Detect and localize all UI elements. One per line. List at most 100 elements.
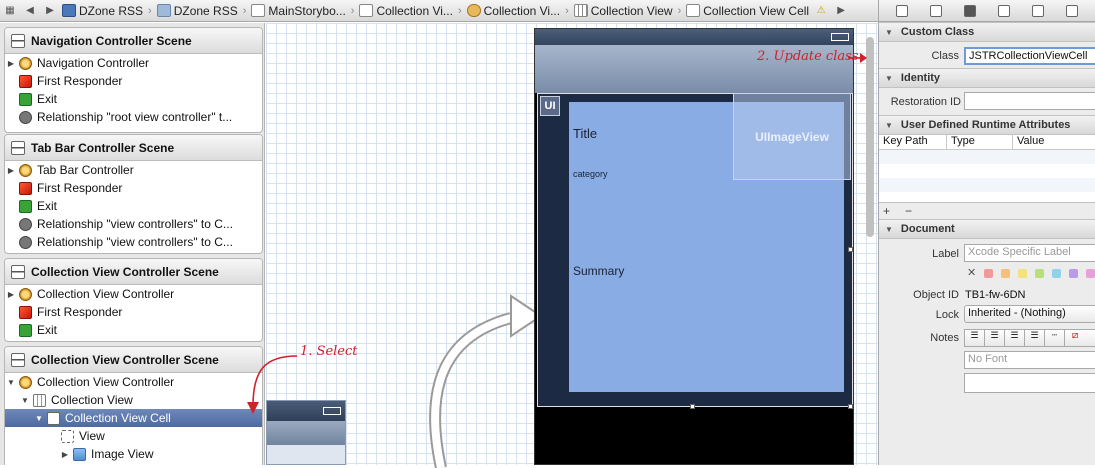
- disclosure-triangle-open-icon: ▼: [885, 120, 893, 130]
- collection-view-controller-canvas[interactable]: UI Title category Summary UIImageView: [534, 28, 854, 465]
- disclosure-triangle-icon[interactable]: ▶: [5, 166, 17, 175]
- class-field[interactable]: JSTRCollectionViewCell: [964, 47, 1095, 65]
- jump-bar: ▦ ◀ ▶ DZone RSS › DZone RSS › MainStoryb…: [0, 0, 878, 22]
- xcode-label-field[interactable]: Xcode Specific Label: [964, 244, 1095, 262]
- color-swatch-green[interactable]: [1035, 268, 1045, 278]
- outline-item[interactable]: Exit: [5, 197, 262, 215]
- color-swatch-pink[interactable]: [1086, 268, 1095, 278]
- summary-label[interactable]: Summary: [573, 264, 624, 278]
- color-swatch-blue[interactable]: [1052, 268, 1062, 278]
- size-inspector-icon[interactable]: [1032, 4, 1044, 17]
- outline-item[interactable]: First Responder: [5, 179, 262, 197]
- cell-icon: [686, 4, 701, 17]
- restoration-id-field[interactable]: [964, 92, 1095, 110]
- disclosure-triangle-open-icon[interactable]: ▼: [33, 414, 45, 423]
- identity-inspector-icon[interactable]: [964, 4, 976, 17]
- add-attribute-button[interactable]: +: [883, 204, 890, 218]
- scene-header[interactable]: Collection View Controller Scene: [5, 259, 262, 285]
- disclosure-triangle-icon[interactable]: ▶: [5, 59, 17, 68]
- resize-handle[interactable]: [848, 404, 853, 409]
- notes-format-bar: ☰ ☰ ☰ ☰ ┄ ⧄: [964, 329, 1095, 347]
- crumb-cell[interactable]: Collection View Cell: [684, 4, 811, 18]
- crumb-scene[interactable]: Collection Vi...: [357, 4, 454, 18]
- label-color-row: ✕: [967, 266, 1095, 279]
- lock-popup[interactable]: Inherited - (Nothing): [964, 305, 1095, 323]
- warning-icon[interactable]: ⚠: [811, 5, 831, 16]
- file-inspector-icon[interactable]: [896, 4, 908, 17]
- forward-icon[interactable]: ▶: [40, 5, 60, 16]
- crumb-storyboard[interactable]: MainStorybo...: [249, 4, 347, 18]
- column-value[interactable]: Value: [1013, 135, 1044, 149]
- outline-item[interactable]: ▶ Collection View Controller: [5, 285, 262, 303]
- color-swatch-orange[interactable]: [1001, 268, 1011, 278]
- align-left-icon[interactable]: ☰: [965, 330, 985, 346]
- outline-item[interactable]: Relationship "view controllers" to C...: [5, 215, 262, 233]
- outline-item[interactable]: View: [5, 427, 262, 445]
- lock-popup-value: Inherited - (Nothing): [968, 307, 1066, 319]
- annotation-select: 1. Select: [300, 344, 358, 359]
- disclosure-triangle-open-icon[interactable]: ▼: [19, 396, 31, 405]
- color-swatch-purple[interactable]: [1069, 268, 1079, 278]
- scene-header[interactable]: Navigation Controller Scene: [5, 28, 262, 54]
- align-right-icon[interactable]: ☰: [1005, 330, 1025, 346]
- column-type[interactable]: Type: [947, 135, 1013, 149]
- crumb-project[interactable]: DZone RSS: [60, 4, 145, 18]
- column-key-path[interactable]: Key Path: [879, 135, 947, 149]
- clear-color-icon[interactable]: ✕: [967, 267, 976, 279]
- image-view-placeholder[interactable]: UIImageView: [733, 93, 851, 180]
- crumb-collection-view[interactable]: Collection View: [572, 4, 675, 18]
- outline-item[interactable]: ▶ Image View: [5, 445, 262, 463]
- outline-item[interactable]: ▶ Tab Bar Controller: [5, 161, 262, 179]
- remove-attribute-button[interactable]: −: [905, 204, 912, 218]
- outline-item[interactable]: Exit: [5, 90, 262, 108]
- outline-item[interactable]: Relationship "view controllers" to C...: [5, 233, 262, 251]
- outline-item[interactable]: First Responder: [5, 72, 262, 90]
- related-items-icon[interactable]: ▦: [0, 5, 20, 16]
- collection-view-cell[interactable]: UI Title category Summary UIImageView: [537, 93, 853, 407]
- justify-icon[interactable]: ☰: [1025, 330, 1045, 346]
- scene-tab-bar-controller: Tab Bar Controller Scene ▶ Tab Bar Contro…: [4, 134, 263, 254]
- natural-align-icon[interactable]: ┄: [1045, 330, 1065, 346]
- disclosure-triangle-open-icon[interactable]: ▼: [5, 378, 17, 387]
- crumb-controller[interactable]: Collection Vi...: [465, 4, 562, 18]
- scene-header[interactable]: Tab Bar Controller Scene: [5, 135, 262, 161]
- scene-icon: [11, 264, 25, 279]
- runtime-attributes-table[interactable]: Key Path Type Value: [879, 135, 1095, 203]
- outline-item[interactable]: ▶ Navigation Controller: [5, 54, 262, 72]
- identity-header[interactable]: ▼ Identity: [879, 68, 1095, 88]
- title-label[interactable]: Title: [573, 126, 597, 141]
- resize-handle[interactable]: [848, 247, 853, 252]
- canvas-scrollbar[interactable]: [866, 37, 874, 237]
- category-label[interactable]: category: [573, 169, 608, 179]
- outline-item-selected[interactable]: ▼ Collection View Cell: [5, 409, 262, 427]
- quick-help-icon[interactable]: [930, 4, 942, 17]
- notes-font-field[interactable]: No Font: [964, 351, 1095, 369]
- align-center-icon[interactable]: ☰: [985, 330, 1005, 346]
- custom-class-header[interactable]: ▼ Custom Class: [879, 22, 1095, 42]
- crumb-folder[interactable]: DZone RSS: [155, 4, 240, 18]
- outline-item[interactable]: Relationship "root view controller" t...: [5, 108, 262, 126]
- outline-item[interactable]: Exit: [5, 321, 262, 339]
- color-swatch-yellow[interactable]: [1018, 268, 1028, 278]
- outline-item[interactable]: First Responder: [5, 303, 262, 321]
- outline-item[interactable]: ▼ Collection View Controller: [5, 373, 262, 391]
- document-header[interactable]: ▼ Document: [879, 219, 1095, 239]
- disclosure-triangle-icon[interactable]: ▶: [59, 450, 71, 459]
- next-issue-icon[interactable]: ▶: [831, 5, 851, 16]
- class-label: Class: [931, 50, 959, 62]
- scene-header[interactable]: Collection View Controller Scene: [5, 347, 262, 373]
- storyboard-canvas[interactable]: UI Title category Summary UIImageView: [266, 23, 878, 468]
- scene-collection-view-controller-2: Collection View Controller Scene ▼ Collec…: [4, 346, 263, 465]
- attributes-inspector-icon[interactable]: [998, 4, 1010, 17]
- disclosure-triangle-icon[interactable]: ▶: [5, 290, 17, 299]
- outline-item[interactable]: ▼ Collection View: [5, 391, 262, 409]
- first-responder-icon: [19, 74, 32, 88]
- runtime-attributes-header[interactable]: ▼ User Defined Runtime Attributes: [879, 115, 1095, 135]
- resize-handle[interactable]: [690, 404, 695, 409]
- scene-navigation-controller: Navigation Controller Scene ▶ Navigation …: [4, 27, 263, 133]
- color-swatch-red[interactable]: [984, 268, 994, 278]
- connections-inspector-icon[interactable]: [1066, 4, 1078, 17]
- no-color-icon[interactable]: ⧄: [1065, 330, 1085, 346]
- notes-text-area[interactable]: [964, 373, 1095, 393]
- back-icon[interactable]: ◀: [20, 5, 40, 16]
